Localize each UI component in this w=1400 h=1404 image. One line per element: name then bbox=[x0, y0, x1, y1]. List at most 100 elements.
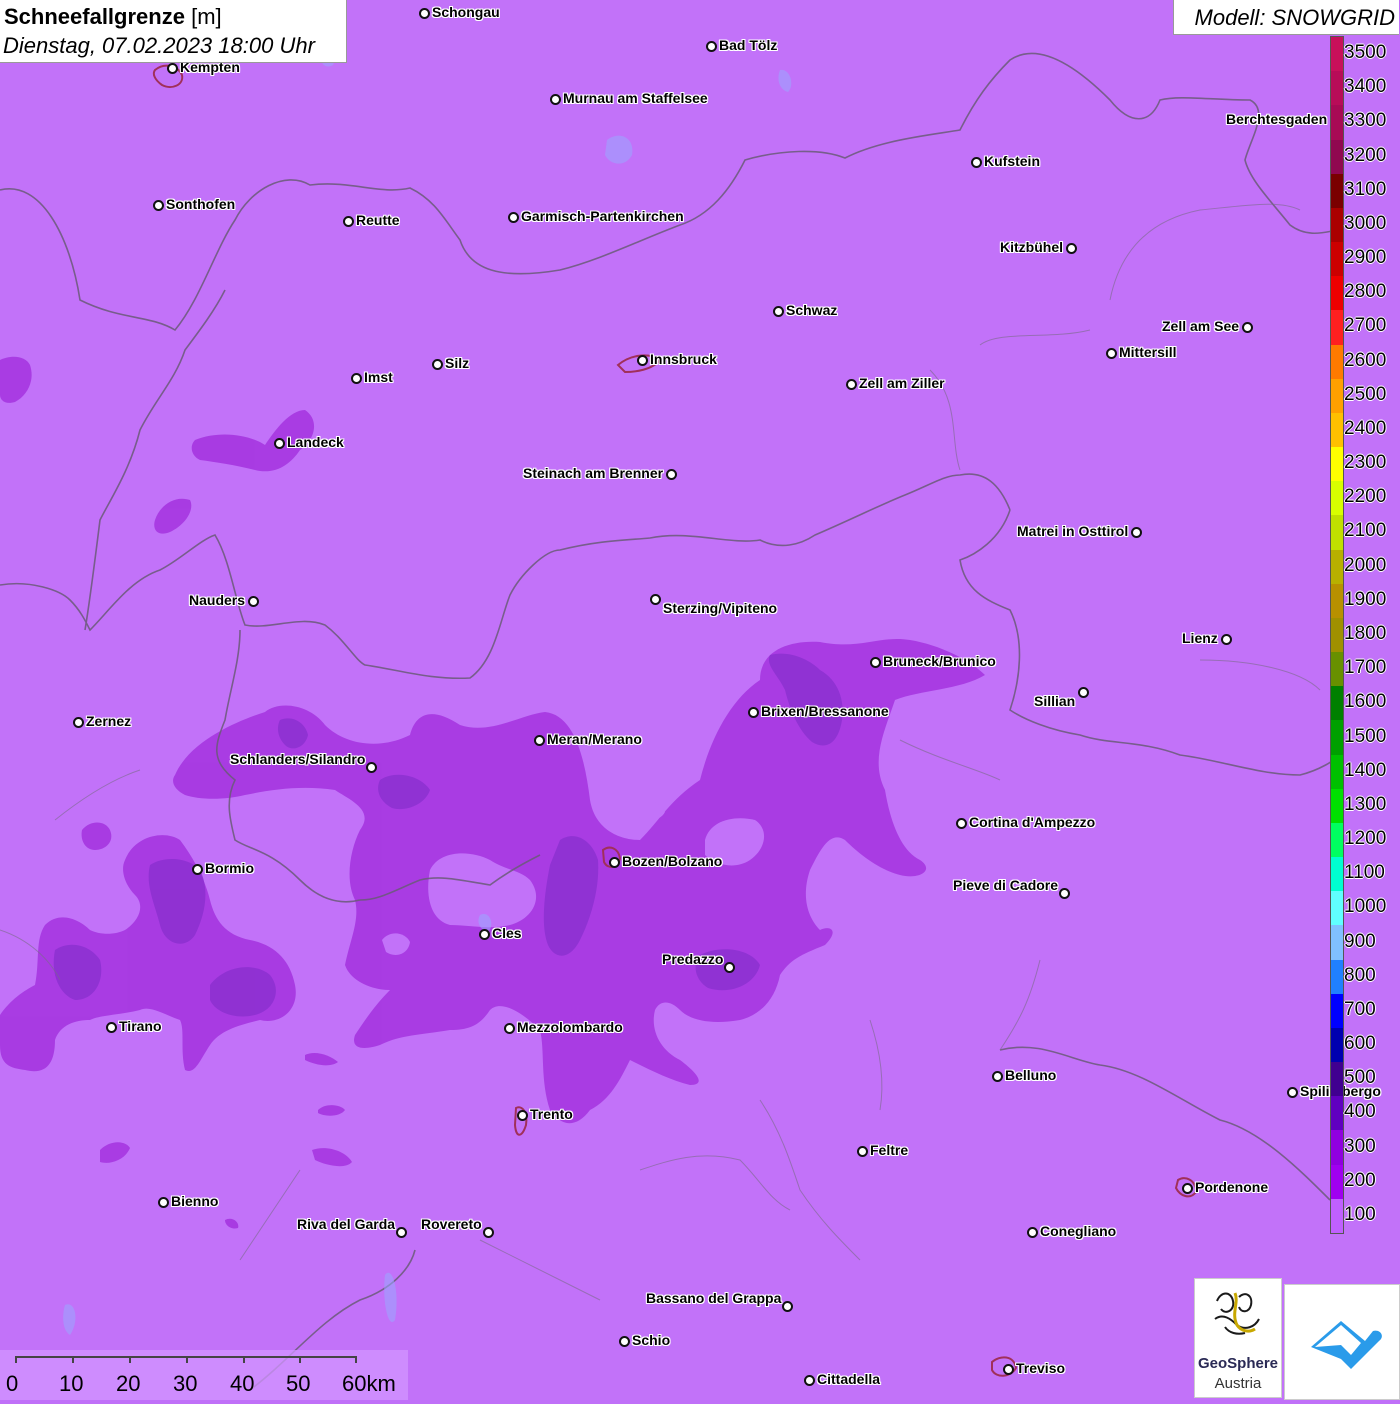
city-marker-schongau[interactable] bbox=[419, 8, 430, 19]
city-marker-rovereto[interactable] bbox=[483, 1227, 494, 1238]
legend-swatch bbox=[1331, 1096, 1343, 1131]
city-marker-garmisch-partenkirchen[interactable] bbox=[508, 212, 519, 223]
city-label-treviso: Treviso bbox=[1016, 1360, 1066, 1376]
city-label-pordenone: Pordenone bbox=[1195, 1179, 1269, 1195]
legend-label: 1300 bbox=[1344, 793, 1387, 815]
city-marker-bienno[interactable] bbox=[158, 1197, 169, 1208]
city-marker-sterzing-vipiteno[interactable] bbox=[650, 594, 661, 605]
city-marker-murnau-am-staffelsee[interactable] bbox=[550, 94, 561, 105]
city-label-predazzo: Predazzo bbox=[662, 951, 724, 967]
city-marker-pordenone[interactable] bbox=[1182, 1183, 1193, 1194]
legend-label: 500 bbox=[1344, 1067, 1376, 1089]
map-area[interactable]: Schongau Bad Tölz Kempten Murnau am Staffel… bbox=[0, 0, 1400, 1400]
city-marker-lienz[interactable] bbox=[1221, 634, 1232, 645]
map-title: Schneefallgrenze bbox=[4, 4, 185, 29]
city-marker-schwaz[interactable] bbox=[773, 306, 784, 317]
city-marker-bruneck-brunico[interactable] bbox=[870, 657, 881, 668]
legend-label: 2700 bbox=[1344, 315, 1387, 337]
city-marker-mittersill[interactable] bbox=[1106, 348, 1117, 359]
city-marker-predazzo[interactable] bbox=[724, 962, 735, 973]
city-label-trento: Trento bbox=[530, 1106, 573, 1122]
city-marker-silz[interactable] bbox=[432, 359, 443, 370]
city-marker-kufstein[interactable] bbox=[971, 157, 982, 168]
city-marker-zell-am-ziller[interactable] bbox=[846, 379, 857, 390]
city-marker-sonthofen[interactable] bbox=[153, 200, 164, 211]
city-marker-pieve-di-cadore[interactable] bbox=[1059, 888, 1070, 899]
city-label-kitzb-hel: Kitzbühel bbox=[1000, 239, 1063, 255]
city-marker-landeck[interactable] bbox=[274, 438, 285, 449]
scalebar-label: 20 bbox=[116, 1371, 141, 1396]
city-marker-riva-del-garda[interactable] bbox=[396, 1227, 407, 1238]
city-marker-nauders[interactable] bbox=[248, 596, 259, 607]
city-marker-zernez[interactable] bbox=[73, 717, 84, 728]
scalebar-line bbox=[15, 1356, 355, 1358]
city-label-feltre: Feltre bbox=[870, 1142, 909, 1158]
city-label-sonthofen: Sonthofen bbox=[166, 196, 236, 212]
city-marker-conegliano[interactable] bbox=[1027, 1227, 1038, 1238]
legend-swatch bbox=[1331, 378, 1343, 414]
city-marker-cittadella[interactable] bbox=[804, 1375, 815, 1386]
city-marker-steinach-am-brenner[interactable] bbox=[666, 469, 677, 480]
legend-label: 3000 bbox=[1344, 212, 1387, 234]
city-marker-bormio[interactable] bbox=[192, 864, 203, 875]
city-label-garmisch-partenkirchen: Garmisch-Partenkirchen bbox=[521, 208, 684, 224]
city-marker-spilimbergo[interactable] bbox=[1287, 1087, 1298, 1098]
city-label-brixen-bressanone: Brixen/Bressanone bbox=[761, 703, 889, 719]
city-label-conegliano: Conegliano bbox=[1040, 1223, 1117, 1239]
legend-swatch bbox=[1331, 1062, 1343, 1097]
legend-swatch bbox=[1331, 549, 1343, 585]
legend-swatch bbox=[1331, 173, 1343, 209]
city-label-cittadella: Cittadella bbox=[817, 1371, 881, 1387]
map-datetime: Dienstag, 07.02.2023 18:00 Uhr bbox=[3, 33, 315, 58]
city-marker-treviso[interactable] bbox=[1003, 1364, 1014, 1375]
city-marker-matrei-in-osttirol[interactable] bbox=[1131, 527, 1142, 538]
city-marker-belluno[interactable] bbox=[992, 1071, 1003, 1082]
city-marker-brixen-bressanone[interactable] bbox=[748, 707, 759, 718]
city-marker-reutte[interactable] bbox=[343, 216, 354, 227]
city-marker-cortina-d-ampezzo[interactable] bbox=[956, 818, 967, 829]
city-marker-schlanders-silandro[interactable] bbox=[366, 762, 377, 773]
legend-swatch bbox=[1331, 344, 1343, 380]
city-label-sterzing-vipiteno: Sterzing/Vipiteno bbox=[663, 600, 778, 616]
city-marker-bozen-bolzano[interactable] bbox=[609, 857, 620, 868]
legend-swatch bbox=[1331, 857, 1343, 892]
city-label-bassano-del-grappa: Bassano del Grappa bbox=[646, 1290, 782, 1306]
legend-label: 1900 bbox=[1344, 588, 1387, 610]
city-marker-schio[interactable] bbox=[619, 1336, 630, 1347]
legend-label: 700 bbox=[1344, 998, 1376, 1020]
city-label-landeck: Landeck bbox=[287, 434, 344, 450]
city-label-bad-t-lz: Bad Tölz bbox=[719, 37, 778, 53]
scalebar-label: 30 bbox=[173, 1371, 198, 1396]
city-label-cles: Cles bbox=[492, 925, 522, 941]
city-marker-innsbruck[interactable] bbox=[637, 355, 648, 366]
snowgrid-logo[interactable] bbox=[1284, 1284, 1400, 1400]
city-marker-zell-am-see[interactable] bbox=[1242, 322, 1253, 333]
scalebar-label: 0 bbox=[6, 1371, 19, 1396]
city-marker-meran-merano[interactable] bbox=[534, 735, 545, 746]
city-marker-trento[interactable] bbox=[517, 1110, 528, 1121]
city-label-meran-merano: Meran/Merano bbox=[547, 731, 642, 747]
city-marker-sillian[interactable] bbox=[1078, 687, 1089, 698]
city-marker-bassano-del-grappa[interactable] bbox=[782, 1301, 793, 1312]
city-marker-tirano[interactable] bbox=[106, 1022, 117, 1033]
legend-swatch bbox=[1331, 959, 1343, 995]
city-marker-kempten[interactable] bbox=[167, 63, 178, 74]
city-label-tirano: Tirano bbox=[119, 1018, 162, 1034]
legend-label: 2300 bbox=[1344, 452, 1387, 474]
geosphere-logo[interactable]: GeoSphere Austria bbox=[1194, 1278, 1282, 1398]
city-marker-mezzolombardo[interactable] bbox=[504, 1023, 515, 1034]
city-marker-imst[interactable] bbox=[351, 373, 362, 384]
scalebar-tick bbox=[15, 1356, 17, 1363]
legend-label: 2800 bbox=[1344, 281, 1387, 303]
legend-label: 1500 bbox=[1344, 725, 1387, 747]
city-marker-bad-t-lz[interactable] bbox=[706, 41, 717, 52]
city-label-sillian: Sillian bbox=[1034, 693, 1076, 709]
city-marker-kitzb-hel[interactable] bbox=[1066, 243, 1077, 254]
city-marker-cles[interactable] bbox=[479, 929, 490, 940]
city-label-bienno: Bienno bbox=[171, 1193, 219, 1209]
map-unit: [m] bbox=[191, 4, 222, 29]
scalebar-tick bbox=[299, 1356, 301, 1363]
legend-label: 400 bbox=[1344, 1101, 1376, 1123]
city-marker-feltre[interactable] bbox=[857, 1146, 868, 1157]
city-label-bozen-bolzano: Bozen/Bolzano bbox=[622, 853, 723, 869]
